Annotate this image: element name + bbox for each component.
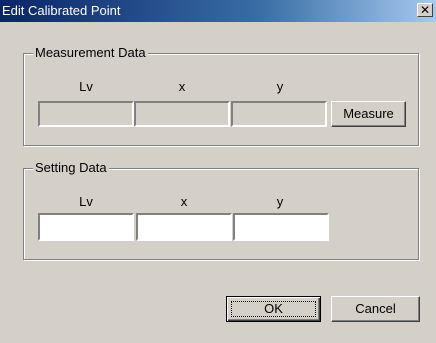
setting-lv-label: Lv <box>79 194 93 209</box>
setting-x-field[interactable] <box>136 213 232 241</box>
setting-data-title: Setting Data <box>33 160 109 176</box>
ok-button-label: OK <box>264 301 283 316</box>
setting-x-label: x <box>180 194 188 209</box>
measurement-data-group: Measurement Data <box>23 45 419 146</box>
measurement-x-label: x <box>178 79 186 94</box>
measurement-lv-field[interactable] <box>38 101 134 127</box>
close-icon[interactable]: ✕ <box>417 3 433 17</box>
edit-calibrated-point-dialog: Edit Calibrated Point ✕ Measurement Data… <box>0 0 436 343</box>
measurement-data-title: Measurement Data <box>33 45 148 61</box>
measurement-y-field[interactable] <box>231 101 327 127</box>
measurement-lv-label: Lv <box>79 79 93 94</box>
dialog-title: Edit Calibrated Point <box>2 3 121 18</box>
ok-button[interactable]: OK <box>226 296 321 322</box>
measurement-x-field[interactable] <box>134 101 230 127</box>
cancel-button[interactable]: Cancel <box>331 296 420 322</box>
measure-button[interactable]: Measure <box>331 101 406 127</box>
setting-y-field[interactable] <box>233 213 329 241</box>
measurement-y-label: y <box>276 79 284 94</box>
setting-y-label: y <box>276 194 284 209</box>
setting-lv-field[interactable] <box>38 213 134 241</box>
title-bar[interactable]: Edit Calibrated Point ✕ <box>0 0 436 22</box>
